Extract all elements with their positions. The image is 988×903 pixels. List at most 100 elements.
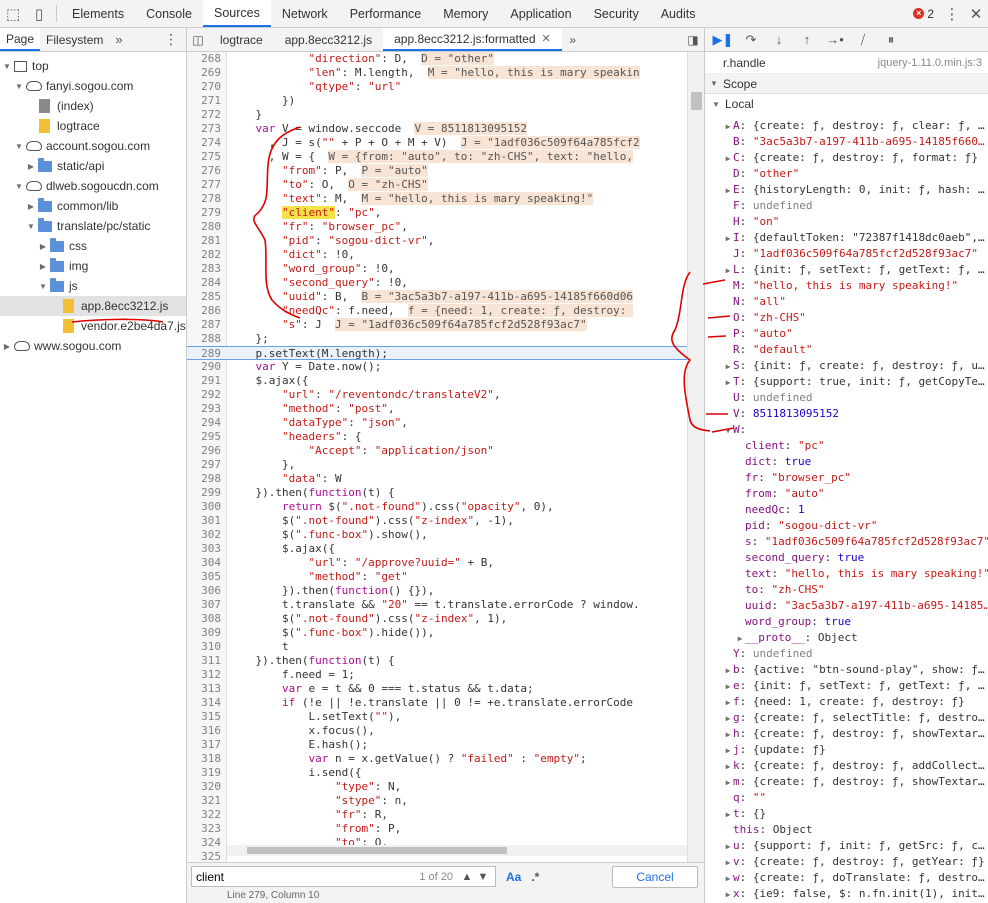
line-number[interactable]: 293 xyxy=(187,402,221,416)
line-number[interactable]: 299 xyxy=(187,486,221,500)
editor-tab[interactable]: app.8ecc3212.js xyxy=(274,28,383,51)
line-number[interactable]: 279 xyxy=(187,206,221,220)
tree-item[interactable]: ▼ fanyi.sogou.com xyxy=(0,76,186,96)
code-line[interactable]: 299 }).then(function(t) { xyxy=(187,486,687,500)
line-number[interactable]: 294 xyxy=(187,416,221,430)
tab-console[interactable]: Console xyxy=(135,0,203,27)
tree-item[interactable]: ▼ js xyxy=(0,276,186,296)
code-line[interactable]: 300 return $(".not-found").css("opacity"… xyxy=(187,500,687,514)
line-number[interactable]: 318 xyxy=(187,752,221,766)
line-number[interactable]: 296 xyxy=(187,444,221,458)
scope-variable[interactable]: F: undefined xyxy=(705,198,988,214)
step-icon[interactable]: →• xyxy=(821,29,849,51)
scope-variable[interactable]: ▶ u: {support: ƒ, init: ƒ, getSrc: ƒ, c… xyxy=(705,838,988,854)
line-number[interactable]: 306 xyxy=(187,584,221,598)
regex-button[interactable]: .* xyxy=(531,870,539,884)
tree-item[interactable]: app.8ecc3212.js xyxy=(0,296,186,316)
device-toolbar-icon[interactable]: ▯ xyxy=(26,0,52,27)
scope-variable[interactable]: N: "all" xyxy=(705,294,988,310)
tree-item[interactable]: ▼ account.sogou.com xyxy=(0,136,186,156)
tab-filesystem[interactable]: Filesystem xyxy=(40,28,109,51)
navigator-menu-icon[interactable]: ⋮ xyxy=(156,28,186,51)
line-number[interactable]: 312 xyxy=(187,668,221,682)
line-number[interactable]: 274 xyxy=(187,136,221,150)
collapsed-triangle-icon[interactable]: ▶ xyxy=(2,342,12,351)
scope-variable[interactable]: ▶ f: {need: 1, create: ƒ, destroy: ƒ} xyxy=(705,694,988,710)
hscroll-thumb[interactable] xyxy=(247,847,507,854)
scope-variable[interactable]: dict: true xyxy=(705,454,988,470)
collapsed-triangle-icon[interactable]: ▶ xyxy=(723,151,733,166)
collapsed-triangle-icon[interactable]: ▶ xyxy=(723,759,733,774)
scope-variable[interactable]: second_query: true xyxy=(705,550,988,566)
more-editor-tabs-icon[interactable]: » xyxy=(562,28,584,51)
code-line[interactable]: 273 var V = window.seccode V = 851181309… xyxy=(187,122,687,136)
collapsed-triangle-icon[interactable]: ▶ xyxy=(723,871,733,886)
code-line[interactable]: 308 $(".not-found").css("z-index", 1), xyxy=(187,612,687,626)
tab-sources[interactable]: Sources xyxy=(202,0,271,27)
code-line[interactable]: 309 $(".func-box").hide()), xyxy=(187,626,687,640)
line-number[interactable]: 283 xyxy=(187,262,221,276)
scope-variable[interactable]: word_group: true xyxy=(705,614,988,630)
toggle-navigator-icon[interactable]: ◫ xyxy=(187,28,209,51)
scope-variable[interactable]: ▶ I: {defaultToken: "72387f1418dc0aeb",… xyxy=(705,230,988,246)
match-case-button[interactable]: Aa xyxy=(506,870,521,884)
code-line[interactable]: 304 "url": "/approve?uuid=" + B, xyxy=(187,556,687,570)
code-line[interactable]: 285 "uuid": B, B = "3ac5a3b7-a197-411b-a… xyxy=(187,290,687,304)
step-out-icon[interactable]: ↑ xyxy=(793,29,821,51)
line-number[interactable]: 270 xyxy=(187,80,221,94)
scope-variable[interactable]: s: "1adf036c509f64a785fcf2d528f93ac7" xyxy=(705,534,988,550)
collapsed-triangle-icon[interactable]: ▶ xyxy=(723,743,733,758)
code-line[interactable]: 292 "url": "/reventondc/translateV2", xyxy=(187,388,687,402)
editor-tab[interactable]: logtrace xyxy=(209,28,274,51)
scope-variable[interactable]: ▶ m: {create: ƒ, destroy: ƒ, showTextar… xyxy=(705,774,988,790)
tab-network[interactable]: Network xyxy=(271,0,339,27)
tab-application[interactable]: Application xyxy=(499,0,582,27)
line-number[interactable]: 316 xyxy=(187,724,221,738)
scope-variable[interactable]: ▶ x: {ie9: false, $: n.fn.init(1), init… xyxy=(705,886,988,902)
line-number[interactable]: 315 xyxy=(187,710,221,724)
line-number[interactable]: 314 xyxy=(187,696,221,710)
code-line[interactable]: 298 "data": W xyxy=(187,472,687,486)
code-line[interactable]: 269 "len": M.length, M = "hello, this is… xyxy=(187,66,687,80)
toggle-debugger-icon[interactable]: ◨ xyxy=(682,28,704,51)
tree-item[interactable]: ▼ translate/pc/static xyxy=(0,216,186,236)
collapsed-triangle-icon[interactable]: ▶ xyxy=(723,183,733,198)
tree-item[interactable]: ▼ top xyxy=(0,56,186,76)
line-number[interactable]: 298 xyxy=(187,472,221,486)
code-line[interactable]: 320 "type": N, xyxy=(187,780,687,794)
line-number[interactable]: 290 xyxy=(187,360,221,374)
scope-variable[interactable]: O: "zh-CHS" xyxy=(705,310,988,326)
code-line[interactable]: 286 "needQc": f.need, f = {need: 1, crea… xyxy=(187,304,687,318)
code-line[interactable]: 283 "word_group": !0, xyxy=(187,262,687,276)
tab-page[interactable]: Page xyxy=(0,28,41,51)
scope-variable[interactable]: ▶ j: {update: ƒ} xyxy=(705,742,988,758)
code-line[interactable]: 306 }).then(function() {}), xyxy=(187,584,687,598)
local-scope-header[interactable]: ▼ Local xyxy=(705,94,988,114)
scope-variable[interactable]: D: "other" xyxy=(705,166,988,182)
line-number[interactable]: 321 xyxy=(187,794,221,808)
code-line[interactable]: 278 "text": M, M = "hello, this is mary … xyxy=(187,192,687,206)
line-number[interactable]: 319 xyxy=(187,766,221,780)
tree-item[interactable]: ▶ img xyxy=(0,256,186,276)
collapsed-triangle-icon[interactable]: ▶ xyxy=(38,262,48,271)
line-number[interactable]: 288 xyxy=(187,332,221,346)
expanded-triangle-icon[interactable]: ▼ xyxy=(2,62,12,71)
scope-variable[interactable]: fr: "browser_pc" xyxy=(705,470,988,486)
collapsed-triangle-icon[interactable]: ▶ xyxy=(723,375,733,390)
tree-item[interactable]: ▶ www.sogou.com xyxy=(0,336,186,356)
scope-variable[interactable]: ▶ __proto__: Object xyxy=(705,630,988,646)
collapsed-triangle-icon[interactable]: ▶ xyxy=(723,839,733,854)
scope-variable[interactable]: ▶ C: {create: ƒ, destroy: ƒ, format: ƒ} xyxy=(705,150,988,166)
expanded-triangle-icon[interactable]: ▼ xyxy=(14,82,24,91)
tree-item[interactable]: vendor.e2be4da7.js xyxy=(0,316,186,336)
tab-audits[interactable]: Audits xyxy=(650,0,707,27)
search-next-icon[interactable]: ▼ xyxy=(475,871,491,883)
code-line[interactable]: 284 "second_query": !0, xyxy=(187,276,687,290)
code-line[interactable]: 275 , W = { W = {from: "auto", to: "zh-C… xyxy=(187,150,687,164)
line-number[interactable]: 322 xyxy=(187,808,221,822)
line-number[interactable]: 282 xyxy=(187,248,221,262)
collapsed-triangle-icon[interactable]: ▶ xyxy=(26,202,36,211)
code-line[interactable]: 282 "dict": !0, xyxy=(187,248,687,262)
code-line[interactable]: 312 f.need = 1; xyxy=(187,668,687,682)
scope-variable[interactable]: needQc: 1 xyxy=(705,502,988,518)
